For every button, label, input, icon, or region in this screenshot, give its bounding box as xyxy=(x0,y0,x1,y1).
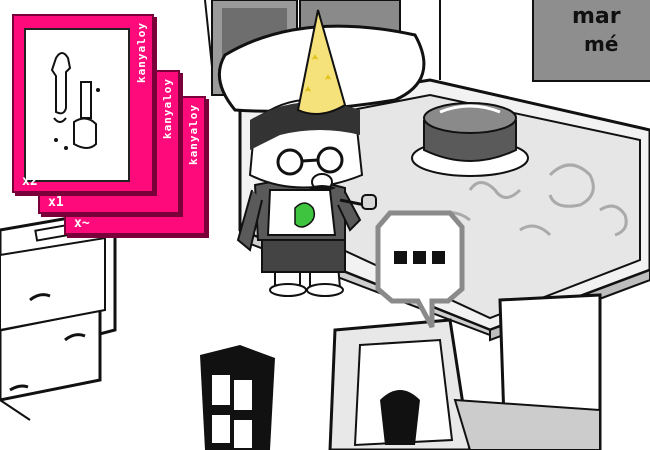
card-code: kanyaloy xyxy=(135,22,148,83)
wall-poster-marme: mar mé xyxy=(532,0,650,82)
card-item-slot xyxy=(24,28,130,182)
card-count: x2 xyxy=(22,174,38,189)
captchalogue-card-front[interactable]: kanyaloy x2 xyxy=(12,14,154,193)
dresser xyxy=(0,208,117,402)
ellipsis-dot xyxy=(432,251,445,264)
arms-item-icon xyxy=(50,52,100,150)
speech-bubble-shape xyxy=(375,210,465,329)
card-count: x1 xyxy=(48,195,64,210)
speech-bubble[interactable]: ... xyxy=(372,205,468,333)
cd-shelf xyxy=(200,345,275,450)
poster-title-line2: mé xyxy=(584,32,619,56)
birthday-cake xyxy=(411,102,529,177)
ellipsis-dot xyxy=(413,251,426,264)
poster-title-line1: mar xyxy=(572,4,621,29)
card-count: x~ xyxy=(74,216,90,231)
card-code: kanyaloy xyxy=(161,78,174,139)
ellipsis-dot xyxy=(394,251,407,264)
card-code: kanyaloy xyxy=(187,104,200,165)
